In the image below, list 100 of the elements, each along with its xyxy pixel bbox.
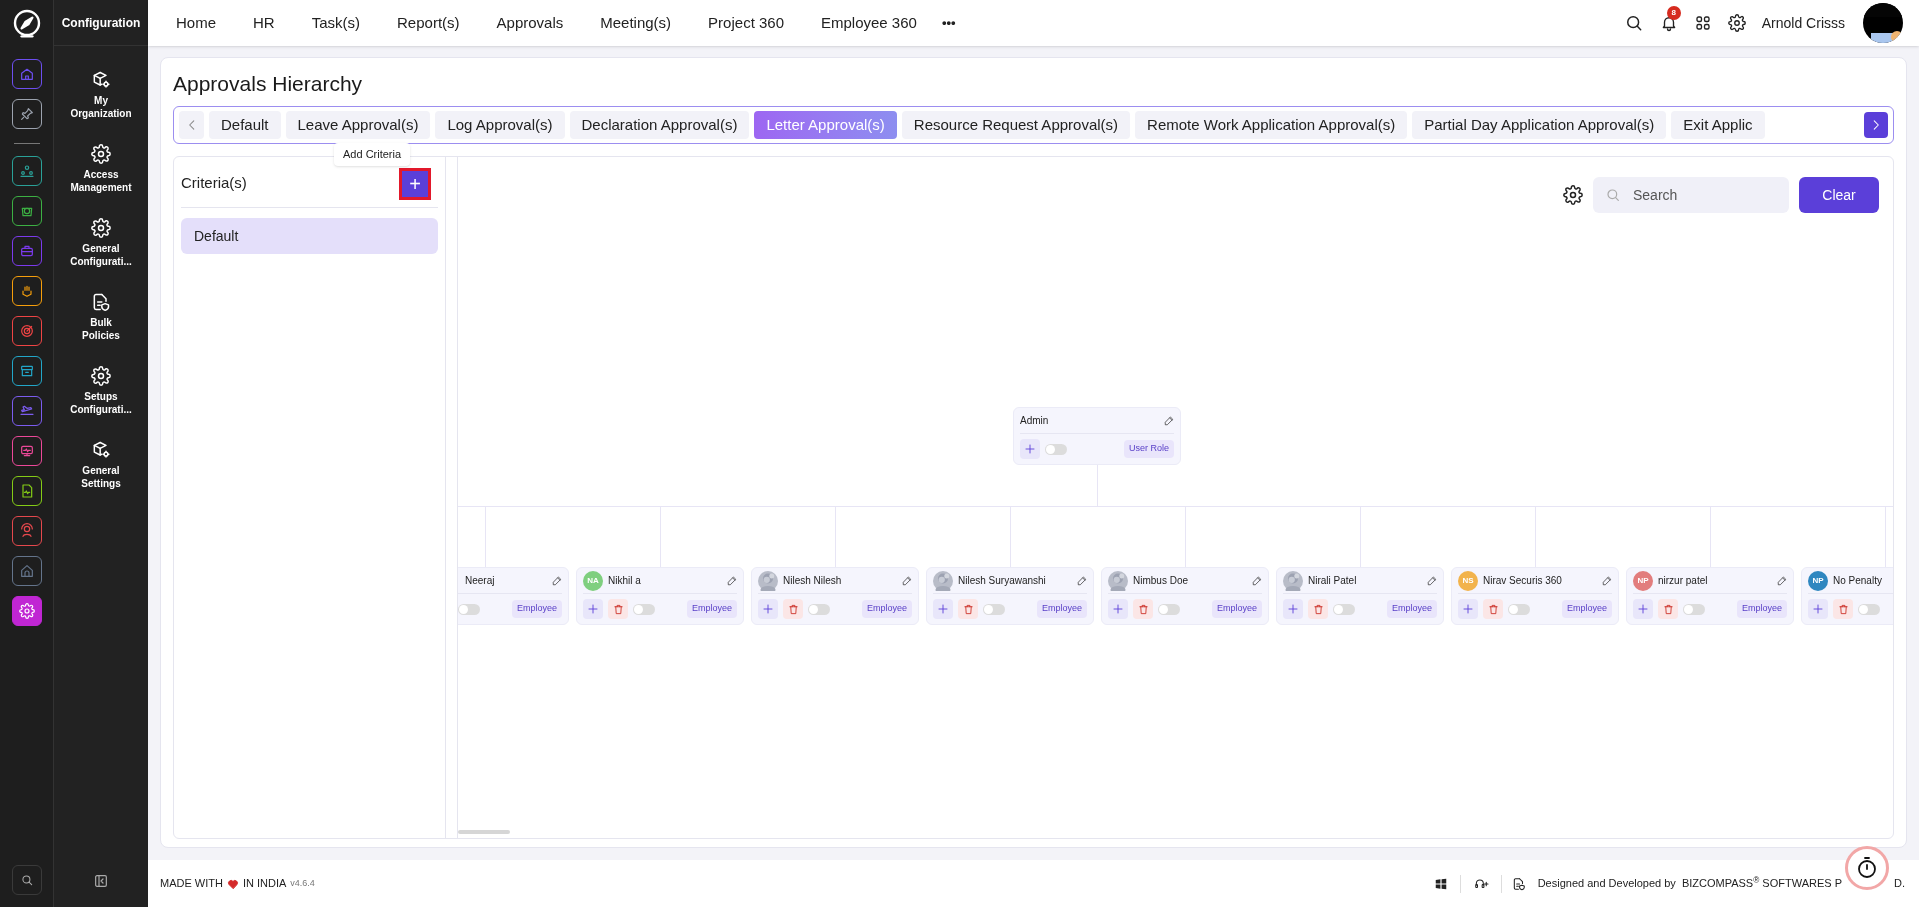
criteria-item[interactable]: Default [181, 218, 438, 254]
pencil-icon[interactable] [1777, 575, 1787, 586]
nav-link[interactable]: Report(s) [397, 11, 460, 35]
panel-title: Criteria(s) [181, 173, 247, 194]
collapse-panel-icon[interactable] [93, 873, 109, 889]
module-menu-item[interactable]: General Configurati... [59, 218, 143, 268]
module-menu-item[interactable]: Bulk Policies [59, 292, 143, 342]
module-menu-item[interactable]: General Settings [59, 440, 143, 490]
page-title: Approvals Hierarchy [173, 71, 364, 97]
toggle-switch[interactable] [983, 603, 1005, 615]
toggle-switch[interactable] [458, 603, 480, 615]
module-menu-item[interactable]: My Organization [59, 70, 143, 120]
pencil-icon[interactable] [727, 575, 737, 586]
add-button[interactable] [583, 599, 603, 619]
pencil-icon[interactable] [1164, 415, 1174, 426]
module-button[interactable] [11, 276, 42, 306]
tab[interactable]: Partial Day Application Approval(s) [1412, 111, 1667, 139]
search-button[interactable] [11, 865, 42, 895]
add-button[interactable] [758, 599, 778, 619]
module-button[interactable] [11, 196, 42, 226]
toggle-switch[interactable] [1045, 443, 1067, 455]
module-button[interactable] [11, 596, 42, 626]
windows-icon[interactable] [1433, 876, 1448, 891]
plus-icon [1637, 603, 1649, 615]
toggle-switch[interactable] [1683, 603, 1705, 615]
module-button[interactable] [11, 99, 42, 129]
toggle-switch[interactable] [808, 603, 830, 615]
toggle-switch[interactable] [633, 603, 655, 615]
nav-link[interactable]: HR [253, 11, 275, 35]
add-button[interactable] [1633, 599, 1653, 619]
delete-button[interactable] [1308, 599, 1328, 619]
nav-link[interactable]: Meeting(s) [600, 11, 672, 35]
delete-button[interactable] [958, 599, 978, 619]
plus-icon [1024, 443, 1036, 455]
delete-button[interactable] [1833, 599, 1853, 619]
more-button[interactable]: ••• [941, 13, 956, 33]
delete-button[interactable] [1133, 599, 1153, 619]
nav-link[interactable]: Employee 360 [821, 11, 917, 35]
scrollbar[interactable] [458, 830, 510, 834]
delete-button[interactable] [783, 599, 803, 619]
document-icon [91, 292, 111, 312]
toggle-switch[interactable] [1158, 603, 1180, 615]
cube-gear-icon [91, 70, 111, 90]
tab[interactable]: Letter Approval(s) [754, 111, 897, 139]
user-name[interactable]: Arnold Crisss [1761, 12, 1845, 34]
tab[interactable]: Remote Work Application Approval(s) [1135, 111, 1408, 139]
tooltip: Add Criteria [334, 143, 411, 166]
node-name: Nilesh Suryawanshi [958, 574, 1046, 588]
nav-link[interactable]: Approvals [496, 11, 564, 35]
timer-button[interactable] [1845, 846, 1889, 890]
notification-badge: 8 [1666, 6, 1681, 20]
module-icon [18, 163, 35, 179]
node-name: No Penalty [1833, 574, 1882, 588]
next-button[interactable] [1864, 112, 1888, 138]
module-button[interactable] [11, 476, 42, 506]
pencil-icon[interactable] [1427, 575, 1437, 586]
toggle-switch[interactable] [1333, 603, 1355, 615]
tab[interactable]: Log Approval(s) [435, 111, 565, 139]
role-tag: Employee [861, 600, 912, 618]
toggle-switch[interactable] [1858, 603, 1880, 615]
delete-button[interactable] [1658, 599, 1678, 619]
pencil-icon[interactable] [902, 575, 912, 586]
pencil-icon[interactable] [1252, 575, 1262, 586]
nav-link[interactable]: Task(s) [311, 11, 361, 35]
tab[interactable]: Declaration Approval(s) [569, 111, 750, 139]
module-button[interactable] [11, 356, 42, 386]
nav-link[interactable]: Project 360 [708, 11, 784, 35]
footer-text: Designed and Developed by [1537, 876, 1676, 892]
search-field[interactable]: Search [1593, 177, 1789, 213]
nav-link[interactable]: Home [176, 11, 216, 35]
trash-icon [1487, 603, 1499, 615]
tab[interactable]: Default [209, 111, 281, 139]
add-button[interactable] [1283, 599, 1303, 619]
settings-icon[interactable] [1563, 185, 1583, 205]
module-icon [18, 323, 35, 339]
module-menu-item[interactable]: Access Management [59, 144, 143, 194]
avatar: NP [1633, 570, 1653, 591]
toggle-switch[interactable] [1508, 603, 1530, 615]
node-name: Admin [1020, 414, 1049, 428]
apps-grid-icon[interactable] [1693, 14, 1712, 32]
add-button[interactable] [1108, 599, 1128, 619]
add-button[interactable] [1458, 599, 1478, 619]
delete-button[interactable] [608, 599, 628, 619]
tab[interactable]: Exit Applic [1671, 111, 1765, 139]
add-criteria-button[interactable]: + [399, 167, 431, 200]
tab[interactable]: Resource Request Approval(s) [901, 111, 1131, 139]
module-menu-item[interactable]: Setups Configurati... [59, 366, 143, 416]
add-button[interactable] [1808, 599, 1828, 619]
module-icon [18, 363, 35, 379]
delete-button[interactable] [1483, 599, 1503, 619]
pencil-icon[interactable] [1602, 575, 1612, 586]
document-icon[interactable] [1511, 876, 1526, 891]
tab[interactable]: Leave Approval(s) [285, 111, 431, 139]
settings-icon[interactable] [1727, 14, 1746, 32]
node-name: Nilesh Nilesh [783, 574, 842, 588]
add-button[interactable] [933, 599, 953, 619]
pencil-icon[interactable] [552, 575, 562, 586]
clear-button[interactable]: Clear [1799, 177, 1879, 213]
pencil-icon[interactable] [1077, 575, 1087, 586]
add-button[interactable] [1020, 439, 1040, 459]
